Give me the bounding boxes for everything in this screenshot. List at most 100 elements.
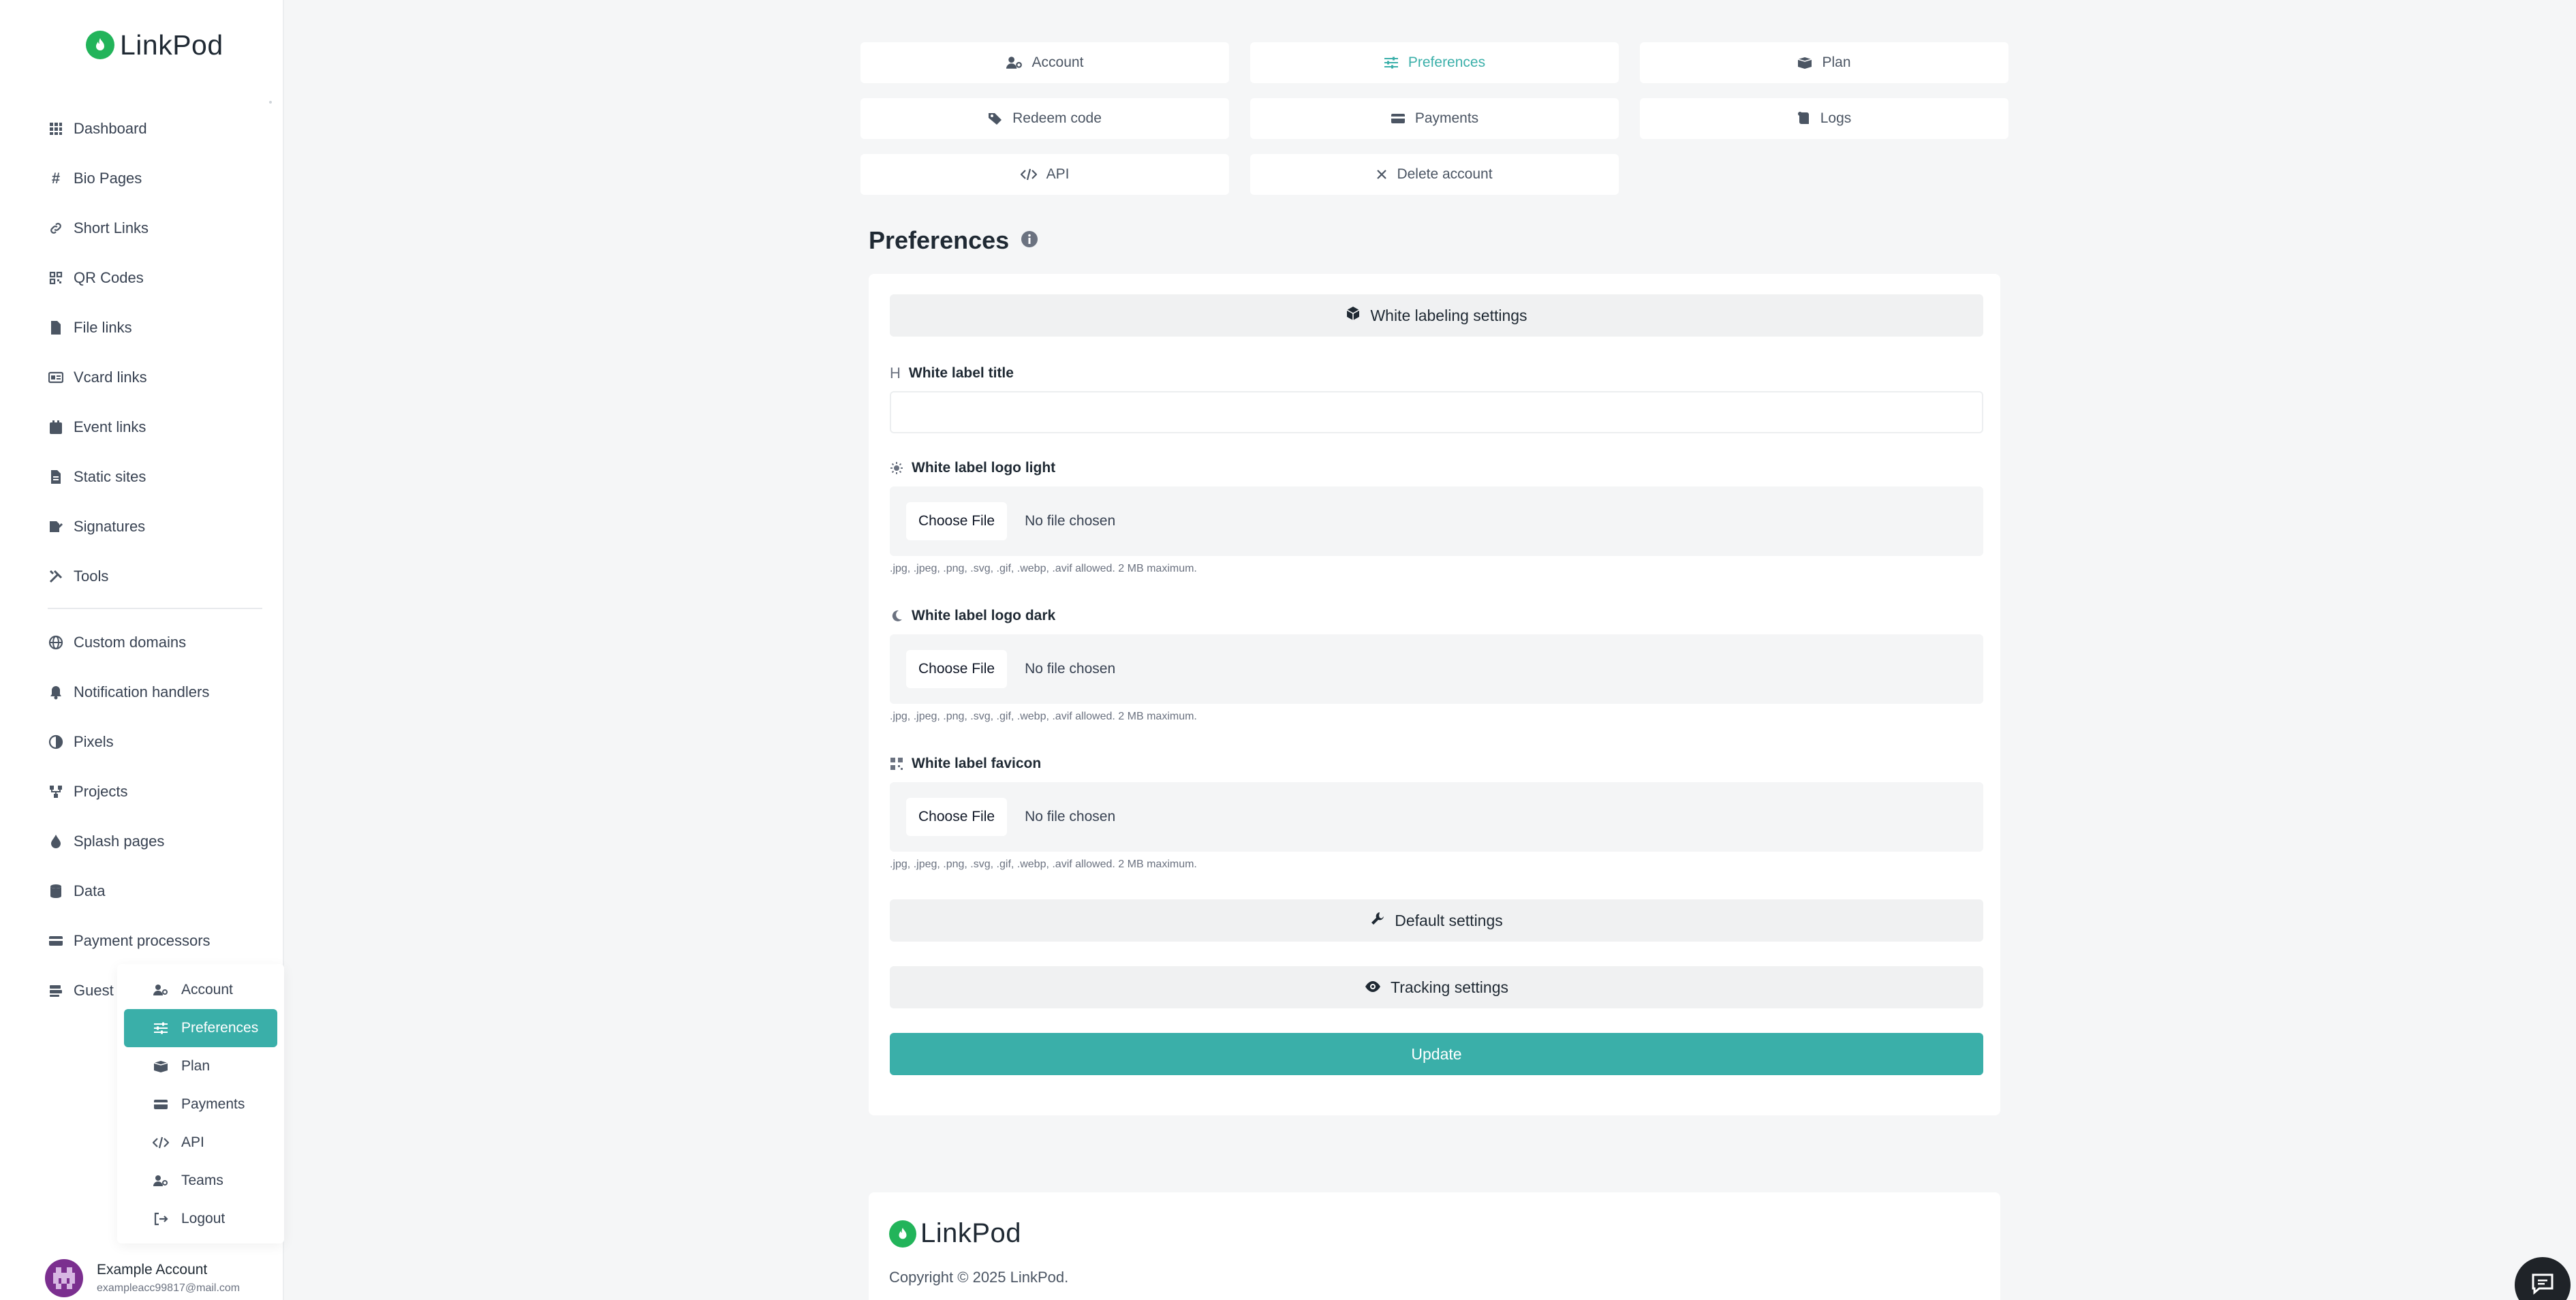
logo-light-file-input[interactable]: Choose File No file chosen <box>890 486 1983 556</box>
droplet-icon <box>48 833 64 850</box>
sidebar-item-tools[interactable]: Tools <box>48 551 262 601</box>
info-icon[interactable] <box>1020 226 1039 255</box>
tab-payments[interactable]: Payments <box>1250 98 1619 139</box>
hash-icon: # <box>51 169 61 187</box>
sidebar-item-custom-domains[interactable]: Custom domains <box>48 617 262 667</box>
sidebar-item-file-links[interactable]: File links <box>48 303 262 352</box>
account-email: exampleacc99817@mail.com <box>97 1282 240 1294</box>
scrollbar[interactable] <box>269 101 272 104</box>
preferences-card: White labeling settings H White label ti… <box>869 274 2000 1115</box>
tab-logs[interactable]: Logs <box>1640 98 2008 139</box>
logo-dark-file-input[interactable]: Choose File No file chosen <box>890 634 1983 704</box>
database-icon <box>48 883 64 899</box>
signature-icon <box>48 519 64 535</box>
file-status: No file chosen <box>1025 809 1116 824</box>
page-title-text: Preferences <box>869 226 1010 254</box>
logout-icon <box>153 1212 169 1226</box>
sidebar-item-projects[interactable]: Projects <box>48 767 262 816</box>
section-label: Default settings <box>1395 911 1503 929</box>
adjust-icon <box>48 734 64 750</box>
tab-account[interactable]: Account <box>860 42 1229 83</box>
white-label-favicon-label: White label favicon <box>890 756 1041 772</box>
sidebar-item-dashboard[interactable]: Dashboard <box>48 104 262 153</box>
code-icon <box>1020 168 1037 181</box>
sidebar-item-payment-processors[interactable]: Payment processors <box>48 916 262 965</box>
choose-file-button[interactable]: Choose File <box>906 650 1008 688</box>
sidebar-item-label: Custom domains <box>74 633 187 651</box>
default-settings-button[interactable]: Default settings <box>890 899 1983 942</box>
favicon-file-input[interactable]: Choose File No file chosen <box>890 782 1983 852</box>
update-button[interactable]: Update <box>890 1033 1983 1075</box>
sidebar-item-label: Tools <box>74 567 109 585</box>
menu-item-api[interactable]: API <box>124 1124 277 1162</box>
menu-item-label: Account <box>181 982 233 997</box>
sidebar-item-label: Short Links <box>74 219 149 236</box>
sidebar-item-label: Bio Pages <box>74 169 142 187</box>
flame-icon <box>889 1220 916 1248</box>
sidebar-item-bio-pages[interactable]: # Bio Pages <box>48 153 262 203</box>
document-icon <box>48 469 64 485</box>
grid-icon <box>48 121 64 137</box>
menu-item-logout[interactable]: Logout <box>124 1200 277 1238</box>
menu-item-teams[interactable]: Teams <box>124 1162 277 1200</box>
menu-item-account[interactable]: Account <box>124 971 277 1009</box>
tab-delete-account[interactable]: Delete account <box>1250 154 1619 195</box>
user-cog-icon <box>153 984 169 996</box>
tab-redeem-code[interactable]: Redeem code <box>860 98 1229 139</box>
tab-api[interactable]: API <box>860 154 1229 195</box>
choose-file-button[interactable]: Choose File <box>906 502 1008 540</box>
copyright: Copyright © 2025 LinkPod. <box>889 1269 1069 1286</box>
calendar-icon <box>48 419 64 435</box>
file-status: No file chosen <box>1025 513 1116 529</box>
account-block[interactable]: Example Account exampleacc99817@mail.com <box>45 1259 240 1297</box>
code-icon <box>153 1136 169 1149</box>
sidebar-item-vcard-links[interactable]: Vcard links <box>48 352 262 402</box>
tools-icon <box>48 568 64 585</box>
tab-label: Redeem code <box>1012 110 1102 126</box>
sidebar-item-pixels[interactable]: Pixels <box>48 717 262 767</box>
footer-brand[interactable]: LinkPod <box>889 1218 1021 1249</box>
sidebar-item-data[interactable]: Data <box>48 866 262 916</box>
white-labeling-settings-button[interactable]: White labeling settings <box>890 294 1983 337</box>
sidebar-item-notification-handlers[interactable]: Notification handlers <box>48 667 262 717</box>
sliders-icon <box>153 1022 169 1034</box>
tags-icon <box>988 112 1003 125</box>
sidebar-item-short-links[interactable]: Short Links <box>48 203 262 253</box>
eye-icon <box>1365 978 1381 997</box>
choose-file-button[interactable]: Choose File <box>906 798 1008 836</box>
tab-label: Logs <box>1820 110 1852 126</box>
file-icon <box>48 320 64 336</box>
credit-card-icon <box>1391 112 1406 125</box>
sidebar-item-label: Data <box>74 882 106 899</box>
white-label-title-input[interactable] <box>890 391 1983 433</box>
menu-item-plan[interactable]: Plan <box>124 1047 277 1085</box>
sun-icon <box>890 461 903 475</box>
sidebar-item-event-links[interactable]: Event links <box>48 402 262 452</box>
field-label-text: White label favicon <box>912 756 1042 771</box>
file-help-text: .jpg, .jpeg, .png, .svg, .gif, .webp, .a… <box>890 858 1197 870</box>
tab-label: Payments <box>1414 110 1479 126</box>
sidebar-item-signatures[interactable]: Signatures <box>48 501 262 551</box>
tab-label: Delete account <box>1397 166 1493 182</box>
flame-icon <box>86 31 114 59</box>
avatar <box>45 1259 83 1297</box>
sidebar-item-qr-codes[interactable]: QR Codes <box>48 253 262 303</box>
globe-icon <box>48 634 64 651</box>
brand-logo[interactable]: LinkPod <box>86 26 223 64</box>
sidebar-item-label: Projects <box>74 782 128 800</box>
field-label-text: White label title <box>908 365 1014 381</box>
tab-label: Account <box>1031 55 1084 70</box>
sidebar-item-splash-pages[interactable]: Splash pages <box>48 816 262 866</box>
chat-button[interactable] <box>2515 1257 2571 1300</box>
tab-label: Plan <box>1822 55 1851 70</box>
tab-plan[interactable]: Plan <box>1640 42 2008 83</box>
menu-item-payments[interactable]: Payments <box>124 1085 277 1124</box>
sidebar-item-static-sites[interactable]: Static sites <box>48 452 262 501</box>
footer-brand-name: LinkPod <box>920 1218 1022 1248</box>
menu-item-preferences[interactable]: Preferences <box>124 1009 277 1047</box>
tab-label: Preferences <box>1408 55 1486 70</box>
credit-card-icon <box>48 933 64 949</box>
heading-icon: H <box>890 365 901 382</box>
tab-preferences[interactable]: Preferences <box>1250 42 1619 83</box>
tracking-settings-button[interactable]: Tracking settings <box>890 966 1983 1008</box>
